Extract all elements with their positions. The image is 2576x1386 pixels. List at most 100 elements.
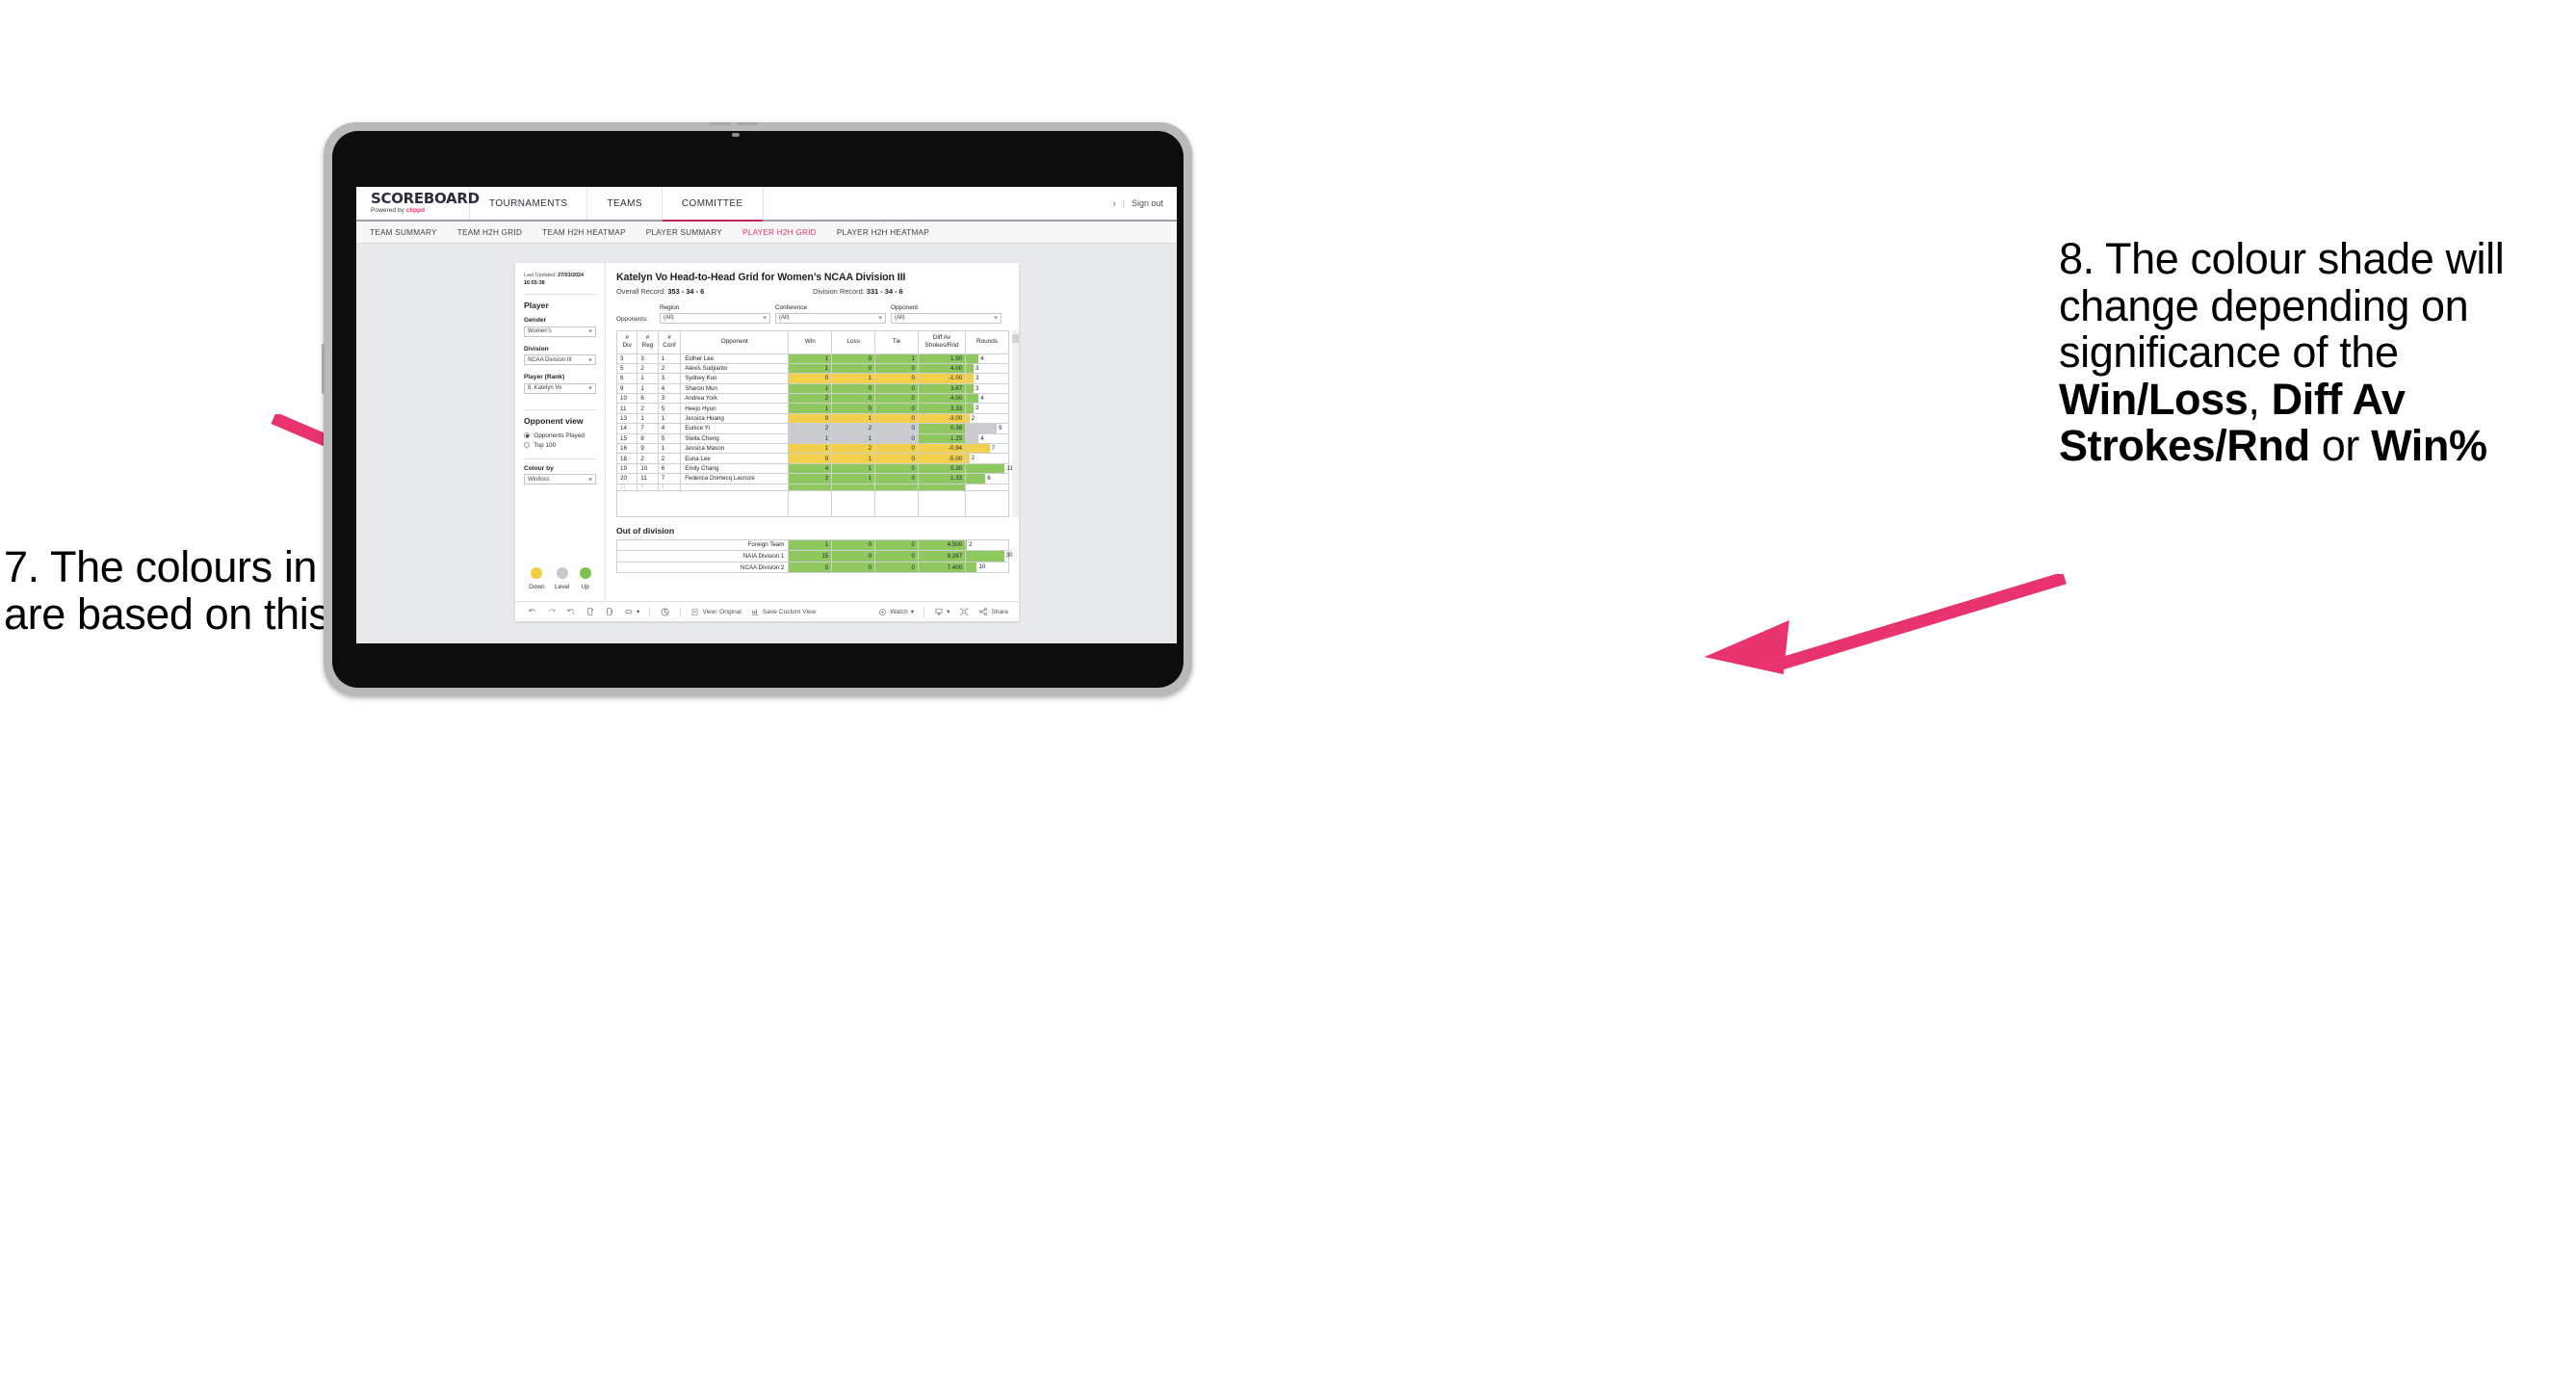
pause-updates-icon[interactable] xyxy=(605,607,614,616)
cell-reg: 10 xyxy=(637,462,659,475)
cell-reg: 1 xyxy=(637,373,659,384)
rounds-bar xyxy=(966,424,998,433)
undo-icon[interactable] xyxy=(528,607,537,616)
fullscreen-icon[interactable] xyxy=(959,607,969,616)
tablet-screen: SCOREBOARD Powered by clippd TOURNAMENTS… xyxy=(356,187,1177,643)
table-row[interactable]: 14 7 4 Eunice Yi 220 0.38 9 xyxy=(615,423,1009,434)
cell-rounds: 4 xyxy=(965,353,1009,364)
chevron-down-icon xyxy=(763,316,767,320)
annotation-8-line1: 8. The colour shade will change dependin… xyxy=(2059,234,2505,378)
revert-icon[interactable] xyxy=(566,607,576,616)
radio-top-100[interactable]: Top 100 xyxy=(524,442,596,449)
view-original-button[interactable]: View: Original xyxy=(690,608,742,616)
out-of-division-row[interactable]: NCAA Division 2 5 0 0 7.400 10 xyxy=(615,561,1009,574)
legend-label-level: Level xyxy=(555,584,570,590)
cell-reg: 2 xyxy=(637,362,659,375)
cell-value: 1 xyxy=(831,432,876,445)
download-icon xyxy=(935,608,943,616)
cell-group-name: Foreign Team xyxy=(615,538,790,552)
topnav-item-teams[interactable]: TEAMS xyxy=(587,187,663,220)
toolbar-divider-1 xyxy=(649,606,651,617)
region-select[interactable]: (All) xyxy=(660,312,770,324)
division-record-label: Division Record: xyxy=(813,287,867,296)
table-row[interactable]: 15 8 5 Stella Cheng 110 1.25 4 xyxy=(615,432,1009,445)
topnav-item-committee[interactable]: COMMITTEE xyxy=(662,187,764,222)
header-divider: | xyxy=(1122,198,1125,208)
cell-conf: 5 xyxy=(657,403,682,414)
page-title: Katelyn Vo Head-to-Head Grid for Women’s… xyxy=(616,272,906,283)
table-row[interactable]: 3 3 1 Esther Lee 101 1.50 4 xyxy=(615,353,1009,364)
subnav-item-team-summary[interactable]: TEAM SUMMARY xyxy=(370,228,437,237)
table-row-partial[interactable]: 21 3 1 xyxy=(615,483,1009,491)
cell-conf: 1 xyxy=(657,412,682,425)
rounds-bar xyxy=(966,353,979,363)
player-rank-select[interactable]: 8. Katelyn Vo xyxy=(524,382,596,394)
table-row[interactable]: 19 10 6 Emily Chang 410 0.30 11 xyxy=(615,462,1013,475)
chevron-right-icon[interactable]: › xyxy=(1113,198,1116,208)
record-summary: Overall Record: 353 - 34 - 6 Division Re… xyxy=(616,287,1009,296)
subnav-item-player-summary[interactable]: PLAYER SUMMARY xyxy=(646,228,722,237)
conference-select[interactable]: (All) xyxy=(775,312,886,324)
cell-rounds: 3 xyxy=(965,403,1009,414)
table-row[interactable]: 10 6 3 Andrea York 200 4.00 4 xyxy=(615,393,1009,405)
save-custom-view-button[interactable]: Save Custom View xyxy=(751,608,816,616)
table-row[interactable]: 11 2 5 Heejo Hyun 100 3.33 3 xyxy=(615,403,1009,414)
cell-value: 4 xyxy=(788,462,833,475)
col-win: Win xyxy=(788,329,833,354)
share-button[interactable]: Share xyxy=(978,607,1008,616)
subnav-item-team-h2h-grid[interactable]: TEAM H2H GRID xyxy=(457,228,522,237)
division-select[interactable]: NCAA Division III xyxy=(524,354,596,366)
gender-select[interactable]: Women’s xyxy=(524,326,596,337)
radio-opponents-played[interactable]: Opponents Played xyxy=(524,432,596,439)
brand-logo[interactable]: SCOREBOARD Powered by clippd xyxy=(356,187,480,220)
refresh-data-icon[interactable] xyxy=(585,607,595,616)
scrollbar-thumb[interactable] xyxy=(1012,333,1019,343)
out-of-division-row[interactable]: Foreign Team 1 0 0 4.500 2 xyxy=(615,538,1009,552)
highlight-icon[interactable] xyxy=(660,607,670,617)
zoom-control[interactable]: ▾ xyxy=(624,607,639,616)
cell-reg: 6 xyxy=(637,393,659,405)
rounds-value: 4 xyxy=(980,395,984,403)
subnav-item-player-h2h-heatmap[interactable]: PLAYER H2H HEATMAP xyxy=(837,228,929,237)
out-of-division-row[interactable]: NAIA Division 1 15 0 0 9.267 30 xyxy=(615,550,1012,562)
opponent-select[interactable]: (All) xyxy=(891,312,1002,324)
watch-button[interactable]: Watch ▾ xyxy=(878,608,914,616)
filter-player-rank-label: Player (Rank) xyxy=(524,374,565,381)
cell-tie: 0 xyxy=(874,538,919,552)
cell-win: 1 xyxy=(788,538,833,552)
table-row[interactable]: 9 1 4 Sharon Mun 100 3.67 3 xyxy=(615,382,1009,395)
toolbar-divider-2 xyxy=(680,606,682,617)
sign-out-link[interactable]: Sign out xyxy=(1132,198,1163,208)
table-row[interactable]: 20 11 7 Federica Domecq Lacroze 210 1.33… xyxy=(615,473,1009,484)
table-row[interactable]: 16 9 1 Jessica Mason 120 -0.94 7 xyxy=(615,442,1009,455)
cell-value: 1 xyxy=(788,432,833,445)
out-of-division-wrapper: Foreign Team 1 0 0 4.500 2 NAIA Division… xyxy=(615,538,1012,574)
cell-div: 13 xyxy=(615,412,638,425)
cell-value: 1 xyxy=(831,462,876,475)
table-vertical-scrollbar[interactable] xyxy=(1012,329,1019,517)
subnav-item-team-h2h-heatmap[interactable]: TEAM H2H HEATMAP xyxy=(542,228,626,237)
colour-by-select[interactable]: Win/loss xyxy=(524,474,596,485)
colour-by-label: Colour by xyxy=(524,464,554,472)
table-row[interactable]: 13 1 1 Jessica Huang 010 -3.00 2 xyxy=(615,412,1009,425)
table-row[interactable]: 18 2 2 Euna Lee 010 -5.00 2 xyxy=(615,453,1009,464)
cell-win: 15 xyxy=(788,550,833,562)
annotation-8-bold-winpct: Win% xyxy=(2371,421,2487,471)
topnav-item-tournaments[interactable]: TOURNAMENTS xyxy=(470,187,588,220)
cell-value: 1 xyxy=(788,353,833,364)
rounds-value: 9 xyxy=(999,425,1002,432)
cell-reg: 9 xyxy=(637,442,659,455)
cell-rounds: 2 xyxy=(965,453,1009,464)
redo-icon[interactable] xyxy=(547,607,557,616)
overall-record-value: 353 - 34 - 6 xyxy=(667,287,705,296)
table-row[interactable]: 5 2 2 Alexis Sudjianto 100 4.00 3 xyxy=(615,362,1009,375)
subnav-item-player-h2h-grid[interactable]: PLAYER H2H GRID xyxy=(742,228,817,237)
filter-region: Region (All) xyxy=(660,304,770,324)
rounds-value: 3 xyxy=(975,405,979,412)
cell-div: 10 xyxy=(615,393,638,405)
download-button[interactable]: ▾ xyxy=(934,607,950,616)
table-row[interactable]: 6 1 3 Sydney Kuo 010 -1.00 3 xyxy=(615,373,1009,384)
cell-diff-av-strokes: 1.33 xyxy=(917,473,967,484)
cell-conf: 2 xyxy=(657,453,682,464)
col-opponent: Opponent xyxy=(680,329,790,354)
